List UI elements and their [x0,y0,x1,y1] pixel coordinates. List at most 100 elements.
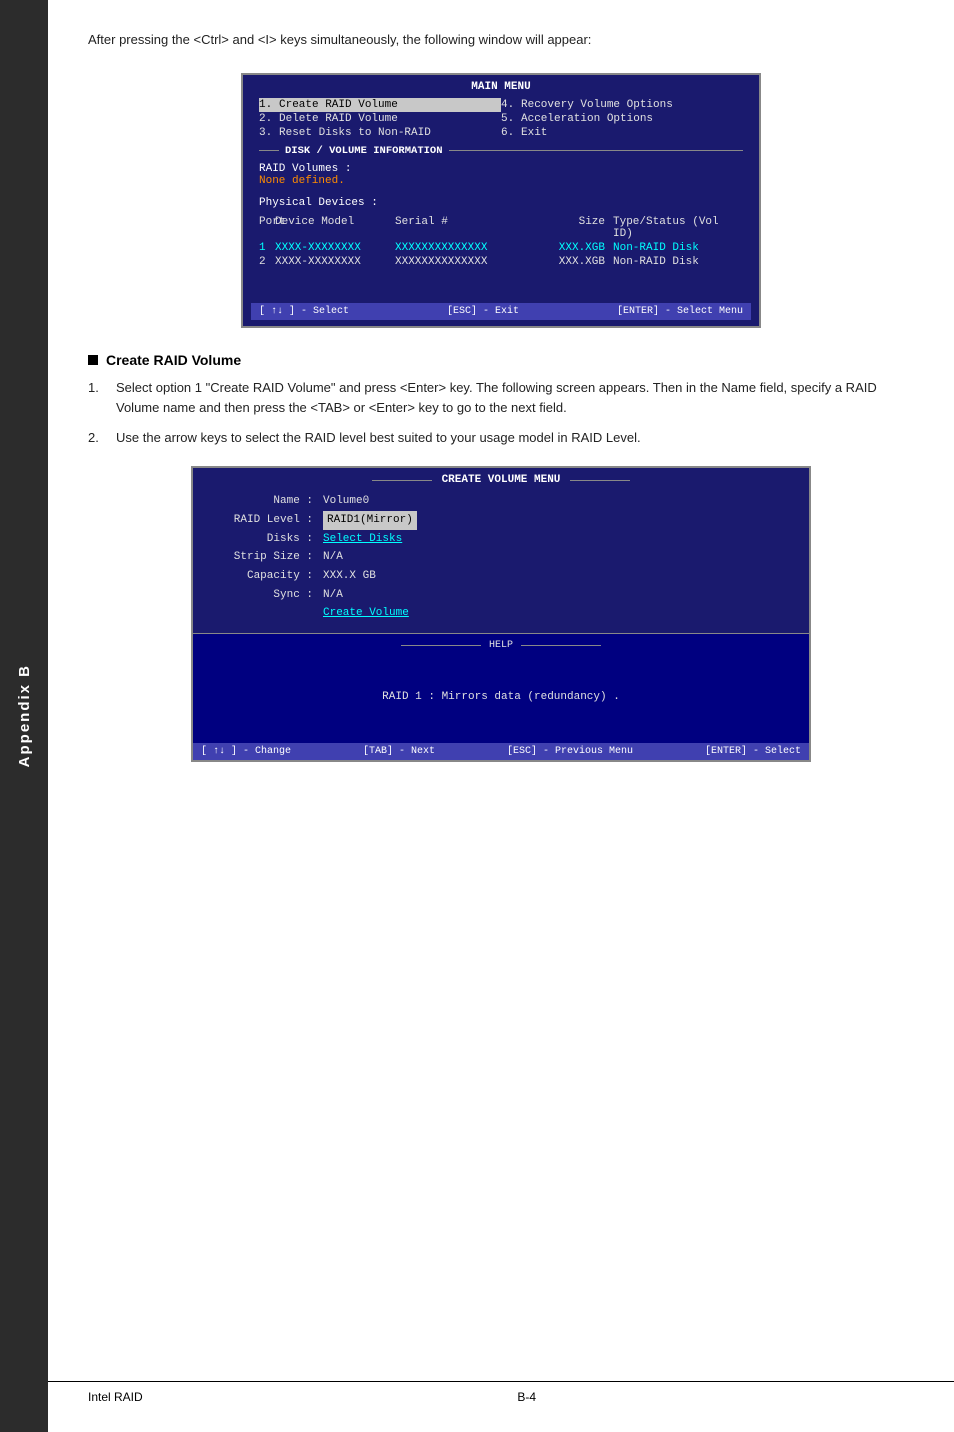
step-1-text: Select option 1 "Create RAID Volume" and… [116,378,914,418]
menu-item-4-label: Recovery Volume Options [521,99,673,111]
intro-text: After pressing the <Ctrl> and <I> keys s… [88,30,914,51]
row1-type: Non-RAID Disk [605,242,743,254]
menu-item-6-label: Exit [521,127,547,139]
row2-type: Non-RAID Disk [605,256,743,268]
table-row: 1 XXXX-XXXXXXXX XXXXXXXXXXXXXX XXX.XGB N… [251,241,751,255]
col-port-header: Port [259,216,275,240]
bullet-icon [88,355,98,365]
sidebar-label: Appendix B [16,664,33,767]
col-device-header: Device Model [275,216,395,240]
menu-item-5-num: 5. [501,113,515,125]
step-1-num: 1. [88,378,108,418]
strip-size-label: Strip Size : [213,548,313,567]
raid-volumes-area: RAID Volumes : None defined. [251,161,751,189]
footer-select: [ ↑↓ ] - Select [259,306,349,317]
main-menu-footer: [ ↑↓ ] - Select [ESC] - Exit [ENTER] - S… [251,303,751,320]
capacity-value: XXX.X GB [323,567,417,586]
create-volume-action[interactable]: Create Volume [323,604,417,623]
row1-size: XXX.XGB [535,242,605,254]
menu-item-4[interactable]: 4. Recovery Volume Options [501,98,743,112]
help-body: RAID 1 : Mirrors data (redundancy) . [203,657,799,737]
page-footer: Intel RAID B-4 [48,1381,954,1412]
menu-item-1[interactable]: 1. Create RAID Volume [259,98,501,112]
main-content: After pressing the <Ctrl> and <I> keys s… [48,0,954,1432]
name-label: Name : [213,492,313,511]
help-title-bar: HELP [203,640,799,651]
menu-item-5-label: Acceleration Options [521,113,653,125]
create-volume-title-bar: CREATE VOLUME MENU [203,474,799,486]
main-bios-screen: MAIN MENU 1. Create RAID Volume 2. Delet… [241,73,761,328]
section-heading: Create RAID Volume [88,352,914,368]
disks-label: Disks : [213,530,313,549]
menu-item-1-label: Create RAID Volume [279,99,398,111]
main-menu-title: MAIN MENU [465,81,536,93]
step-2-text: Use the arrow keys to select the RAID le… [116,428,641,448]
create-footer-next: [TAB] - Next [363,746,435,757]
row1-serial: XXXXXXXXXXXXXX [395,242,535,254]
menu-item-6-num: 6. [501,127,515,139]
menu-col-left: 1. Create RAID Volume 2. Delete RAID Vol… [259,98,501,140]
disks-value[interactable]: Select Disks [323,530,417,549]
menu-item-3-num: 3. [259,127,273,139]
menu-row: 1. Create RAID Volume 2. Delete RAID Vol… [251,97,751,141]
create-volume-top: CREATE VOLUME MENU Name : RAID Level : D… [193,468,809,633]
physical-devices-label: Physical Devices : [259,197,378,209]
row1-device: XXXX-XXXXXXXX [275,242,395,254]
help-text: RAID 1 : Mirrors data (redundancy) . [382,691,620,703]
col-type-header: Type/Status (Vol ID) [605,216,743,240]
row2-size: XXX.XGB [535,256,605,268]
form-values: Volume0 RAID1(Mirror) Select Disks N/A X… [313,492,417,623]
physical-devices-area: Physical Devices : [251,195,751,211]
footer-left: Intel RAID [88,1390,143,1404]
disk-volume-title: DISK / VOLUME INFORMATION [279,144,449,158]
steps-list: 1. Select option 1 "Create RAID Volume" … [88,378,914,448]
row1-port: 1 [259,242,275,254]
strip-size-value: N/A [323,548,417,567]
raid-volumes-label: RAID Volumes : [259,163,351,175]
footer-exit: [ESC] - Exit [447,306,519,317]
raid-none-defined: None defined. [259,175,345,187]
raid-level-label: RAID Level : [213,511,313,530]
row2-serial: XXXXXXXXXXXXXX [395,256,535,268]
raid-level-value: RAID1(Mirror) [323,511,417,530]
help-title: HELP [485,640,517,651]
create-footer-select: [ENTER] - Select [705,746,801,757]
create-footer-prev: [ESC] - Previous Menu [507,746,633,757]
sync-label: Sync : [213,586,313,605]
menu-item-3-label: Reset Disks to Non-RAID [279,127,431,139]
empty-label [213,604,313,623]
step-2: 2. Use the arrow keys to select the RAID… [88,428,914,448]
create-volume-bios-screen: CREATE VOLUME MENU Name : RAID Level : D… [191,466,811,762]
form-labels: Name : RAID Level : Disks : Strip Size :… [213,492,313,623]
menu-item-1-num: 1. [259,99,273,111]
main-menu-title-bar: MAIN MENU [251,81,751,93]
footer-right [911,1390,914,1404]
menu-item-4-num: 4. [501,99,515,111]
footer-enter: [ENTER] - Select Menu [617,306,743,317]
table-header: Port Device Model Serial # Size Type/Sta… [251,215,751,241]
menu-col-right: 4. Recovery Volume Options 5. Accelerati… [501,98,743,140]
menu-item-2-label: Delete RAID Volume [279,113,398,125]
menu-item-6[interactable]: 6. Exit [501,126,743,140]
create-footer-change: [ ↑↓ ] - Change [201,746,291,757]
sidebar: Appendix B [0,0,48,1432]
name-value: Volume0 [323,492,417,511]
menu-item-2[interactable]: 2. Delete RAID Volume [259,112,501,126]
step-2-num: 2. [88,428,108,448]
row2-port: 2 [259,256,275,268]
row2-device: XXXX-XXXXXXXX [275,256,395,268]
menu-item-3[interactable]: 3. Reset Disks to Non-RAID [259,126,501,140]
disk-volume-divider: DISK / VOLUME INFORMATION [251,144,751,158]
create-volume-title: CREATE VOLUME MENU [436,474,567,486]
menu-item-2-num: 2. [259,113,273,125]
create-volume-form: Name : RAID Level : Disks : Strip Size :… [203,492,799,629]
step-1: 1. Select option 1 "Create RAID Volume" … [88,378,914,418]
help-section: HELP RAID 1 : Mirrors data (redundancy) … [193,633,809,743]
table-row: 2 XXXX-XXXXXXXX XXXXXXXXXXXXXX XXX.XGB N… [251,255,751,269]
footer-center: B-4 [517,1390,536,1404]
col-serial-header: Serial # [395,216,535,240]
menu-item-5[interactable]: 5. Acceleration Options [501,112,743,126]
capacity-label: Capacity : [213,567,313,586]
col-size-header: Size [535,216,605,240]
section-heading-text: Create RAID Volume [106,352,241,368]
